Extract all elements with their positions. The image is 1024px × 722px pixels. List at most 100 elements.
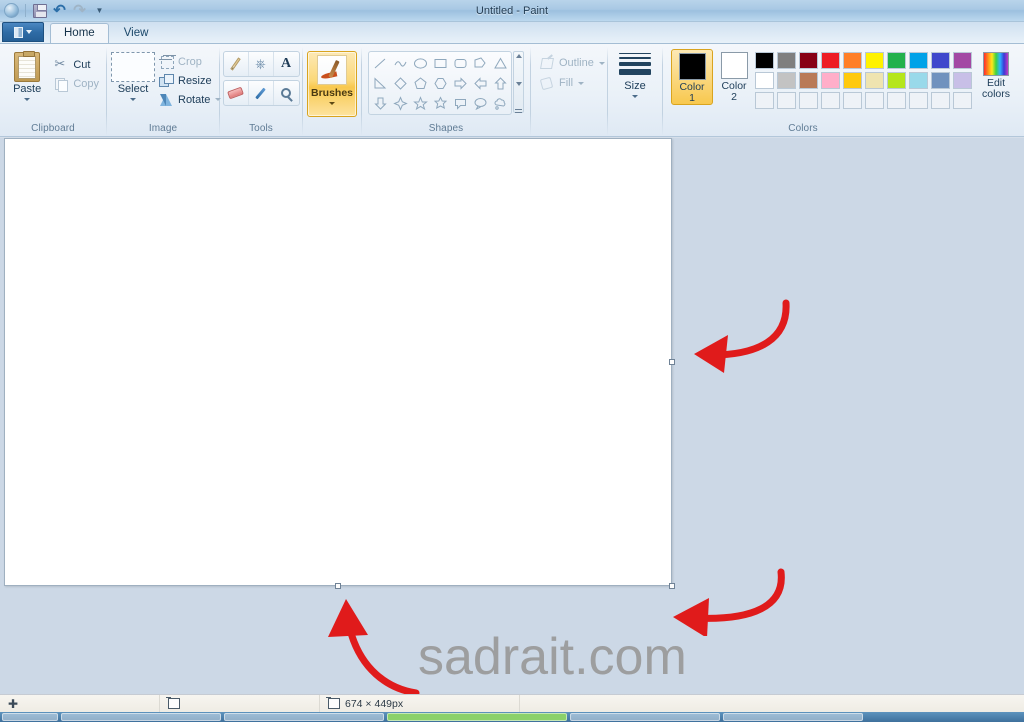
color-swatch-r2-c9[interactable]: [931, 72, 950, 89]
taskbar-item[interactable]: [723, 713, 863, 721]
outline-button[interactable]: Outline: [539, 55, 605, 71]
tab-home[interactable]: Home: [50, 23, 109, 43]
pencil-tool-icon[interactable]: [224, 52, 249, 76]
resize-handle-bottom[interactable]: [335, 583, 341, 589]
color-swatch-r2-c8[interactable]: [909, 72, 928, 89]
resize-button[interactable]: Resize: [155, 71, 224, 90]
chevron-up-icon[interactable]: [515, 54, 522, 58]
select-button[interactable]: Select: [111, 49, 155, 101]
color-swatch-r2-c6[interactable]: [865, 72, 884, 89]
color-swatch-r3-c3[interactable]: [799, 92, 818, 109]
expand-gallery-icon[interactable]: [515, 109, 522, 110]
color-swatch-r3-c2[interactable]: [777, 92, 796, 109]
fill-with-color-icon[interactable]: ⎈: [249, 52, 274, 76]
color-swatch-r3-c9[interactable]: [931, 92, 950, 109]
shape-rounded-callout[interactable]: [450, 93, 470, 113]
size-button[interactable]: Size: [612, 49, 658, 98]
magnifier-tool-icon[interactable]: [274, 81, 299, 105]
status-zoom-area[interactable]: [520, 695, 1024, 712]
shape-curve[interactable]: [390, 53, 410, 73]
shape-rectangle[interactable]: [430, 53, 450, 73]
color-swatch-r1-c8[interactable]: [909, 52, 928, 69]
copy-button[interactable]: Copy: [50, 74, 102, 93]
cut-button[interactable]: Cut: [50, 55, 102, 74]
color-swatch-r1-c2[interactable]: [777, 52, 796, 69]
rotate-button[interactable]: Rotate: [155, 90, 224, 109]
color-swatch-r2-c10[interactable]: [953, 72, 972, 89]
shape-cloud-callout[interactable]: [490, 93, 510, 113]
color-picker-tool-icon[interactable]: [249, 81, 274, 105]
color-palette[interactable]: [755, 49, 974, 111]
color-swatch-r3-c7[interactable]: [887, 92, 906, 109]
quick-access-toolbar[interactable]: ↶ ↷ ▼: [0, 0, 108, 21]
shape-hexagon[interactable]: [430, 73, 450, 93]
color-swatch-r1-c9[interactable]: [931, 52, 950, 69]
text-tool-icon[interactable]: A: [274, 52, 299, 76]
taskbar-item[interactable]: [570, 713, 720, 721]
color-swatch-r1-c3[interactable]: [799, 52, 818, 69]
watermark: sadrait.com: [418, 628, 687, 686]
shape-pentagon[interactable]: [410, 73, 430, 93]
drawing-canvas[interactable]: [4, 138, 675, 589]
color-swatch-r2-c3[interactable]: [799, 72, 818, 89]
windows-taskbar[interactable]: [0, 712, 1024, 722]
taskbar-start-button[interactable]: [2, 713, 58, 721]
shape-polygon[interactable]: [470, 53, 490, 73]
taskbar-item[interactable]: [387, 713, 567, 721]
shape-right-arrow[interactable]: [450, 73, 470, 93]
fill-button[interactable]: Fill: [539, 75, 605, 91]
color-swatch-r2-c7[interactable]: [887, 72, 906, 89]
color-swatch-r2-c5[interactable]: [843, 72, 862, 89]
color-1-button[interactable]: Color 1: [671, 49, 713, 105]
color-1-label-line2: 1: [689, 92, 695, 104]
color-swatch-r3-c10[interactable]: [953, 92, 972, 109]
shapes-scrollbar[interactable]: [513, 51, 524, 113]
taskbar-item[interactable]: [224, 713, 384, 721]
resize-handle-right[interactable]: [669, 359, 675, 365]
undo-icon[interactable]: ↶: [51, 2, 68, 19]
color-swatch-r1-c5[interactable]: [843, 52, 862, 69]
shape-oval-callout[interactable]: [470, 93, 490, 113]
taskbar-item[interactable]: [61, 713, 221, 721]
chevron-down-icon[interactable]: [515, 81, 522, 86]
color-swatch-r1-c6[interactable]: [865, 52, 884, 69]
ribbon-group-size: Size: [608, 44, 662, 136]
color-swatch-r3-c5[interactable]: [843, 92, 862, 109]
tab-view[interactable]: View: [110, 23, 163, 43]
edit-colors-button[interactable]: Edit colors: [974, 49, 1018, 100]
shape-up-arrow[interactable]: [490, 73, 510, 93]
color-swatch-r2-c1[interactable]: [755, 72, 774, 89]
canvas-work-area[interactable]: [0, 138, 1024, 697]
crop-button[interactable]: Crop: [155, 52, 224, 71]
paste-button[interactable]: Paste: [4, 49, 50, 101]
shape-right-triangle[interactable]: [370, 73, 390, 93]
color-swatch-r1-c7[interactable]: [887, 52, 906, 69]
shape-six-point-star[interactable]: [430, 93, 450, 113]
shape-rounded-rectangle[interactable]: [450, 53, 470, 73]
shapes-gallery[interactable]: [368, 51, 512, 115]
group-label-tools: Tools: [249, 123, 273, 134]
color-swatch-r2-c4[interactable]: [821, 72, 840, 89]
shape-four-point-star[interactable]: [390, 93, 410, 113]
save-icon[interactable]: [31, 2, 48, 19]
color-swatch-r1-c1[interactable]: [755, 52, 774, 69]
color-swatch-r3-c4[interactable]: [821, 92, 840, 109]
brushes-button[interactable]: Brushes: [307, 51, 357, 117]
customize-quick-access-icon[interactable]: ▼: [91, 2, 108, 19]
shape-line[interactable]: [370, 53, 390, 73]
color-swatch-r3-c1[interactable]: [755, 92, 774, 109]
color-swatch-r2-c2[interactable]: [777, 72, 796, 89]
shape-diamond[interactable]: [390, 73, 410, 93]
shape-triangle[interactable]: [490, 53, 510, 73]
paint-menu-button[interactable]: [2, 22, 44, 42]
shape-left-arrow[interactable]: [470, 73, 490, 93]
eraser-tool-icon[interactable]: [224, 81, 249, 105]
shape-five-point-star[interactable]: [410, 93, 430, 113]
color-swatch-r1-c4[interactable]: [821, 52, 840, 69]
shape-down-arrow[interactable]: [370, 93, 390, 113]
color-swatch-r3-c8[interactable]: [909, 92, 928, 109]
color-swatch-r3-c6[interactable]: [865, 92, 884, 109]
color-2-button[interactable]: Color 2: [713, 49, 755, 103]
shape-oval[interactable]: [410, 53, 430, 73]
color-swatch-r1-c10[interactable]: [953, 52, 972, 69]
